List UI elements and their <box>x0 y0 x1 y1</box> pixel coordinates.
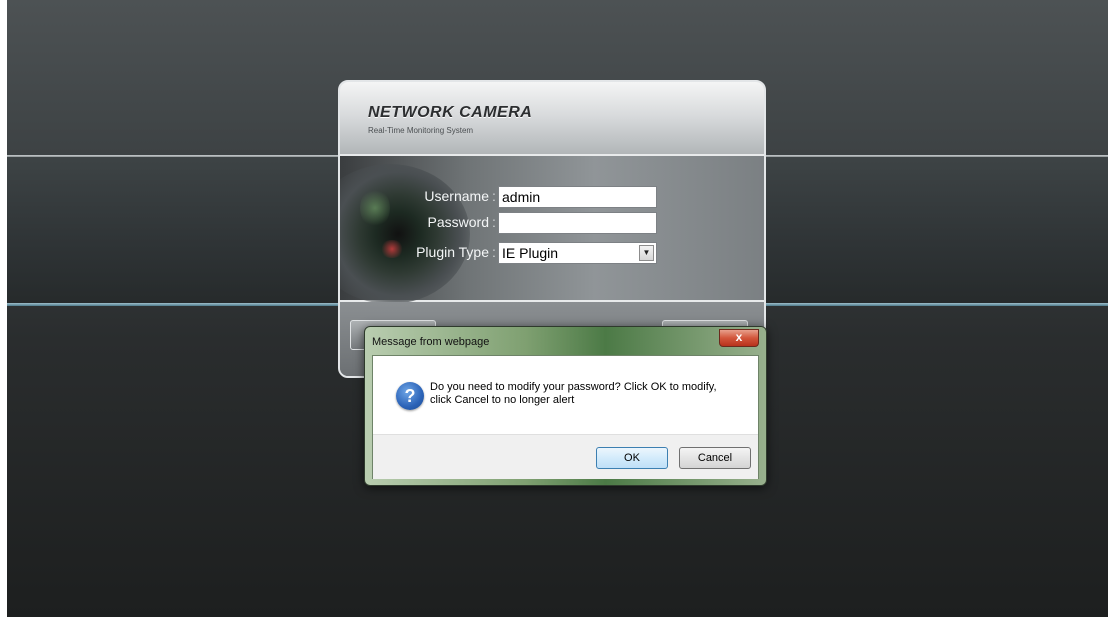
password-label: Password <box>427 214 489 230</box>
brand-subtitle: Real-Time Monitoring System <box>368 126 474 135</box>
password-separator: : <box>492 214 496 230</box>
camera-lens-icon <box>340 164 470 304</box>
dialog-title: Message from webpage <box>372 336 490 348</box>
close-icon[interactable]: x <box>719 329 759 347</box>
plugin-separator: : <box>492 244 496 260</box>
chevron-down-icon[interactable]: ▼ <box>639 245 654 261</box>
plugin-type-select[interactable]: IE Plugin ▼ <box>498 242 657 264</box>
username-label: Username <box>424 188 489 204</box>
login-header: NETWORK CAMERA Real-Time Monitoring Syst… <box>340 82 764 154</box>
ok-button[interactable]: OK <box>596 447 668 469</box>
question-icon: ? <box>396 382 424 410</box>
username-separator: : <box>492 188 496 204</box>
username-input[interactable]: admin <box>498 186 657 208</box>
plugin-type-label: Plugin Type <box>416 244 489 260</box>
brand-title: NETWORK CAMERA <box>368 104 533 121</box>
dialog-button-bar: OK Cancel <box>373 434 758 479</box>
cancel-button[interactable]: Cancel <box>679 447 751 469</box>
alert-dialog: Message from webpage x ? Do you need to … <box>364 326 767 486</box>
dialog-body: ? Do you need to modify your password? C… <box>372 355 759 479</box>
username-row: Username : admin <box>340 186 764 208</box>
login-form: Username : admin Password : Plugin Type … <box>340 154 764 304</box>
dialog-message: Do you need to modify your password? Cli… <box>430 381 717 406</box>
password-input[interactable] <box>498 212 657 234</box>
password-row: Password : <box>340 212 764 234</box>
plugin-row: Plugin Type : IE Plugin ▼ <box>340 242 764 264</box>
plugin-type-value: IE Plugin <box>502 245 559 261</box>
